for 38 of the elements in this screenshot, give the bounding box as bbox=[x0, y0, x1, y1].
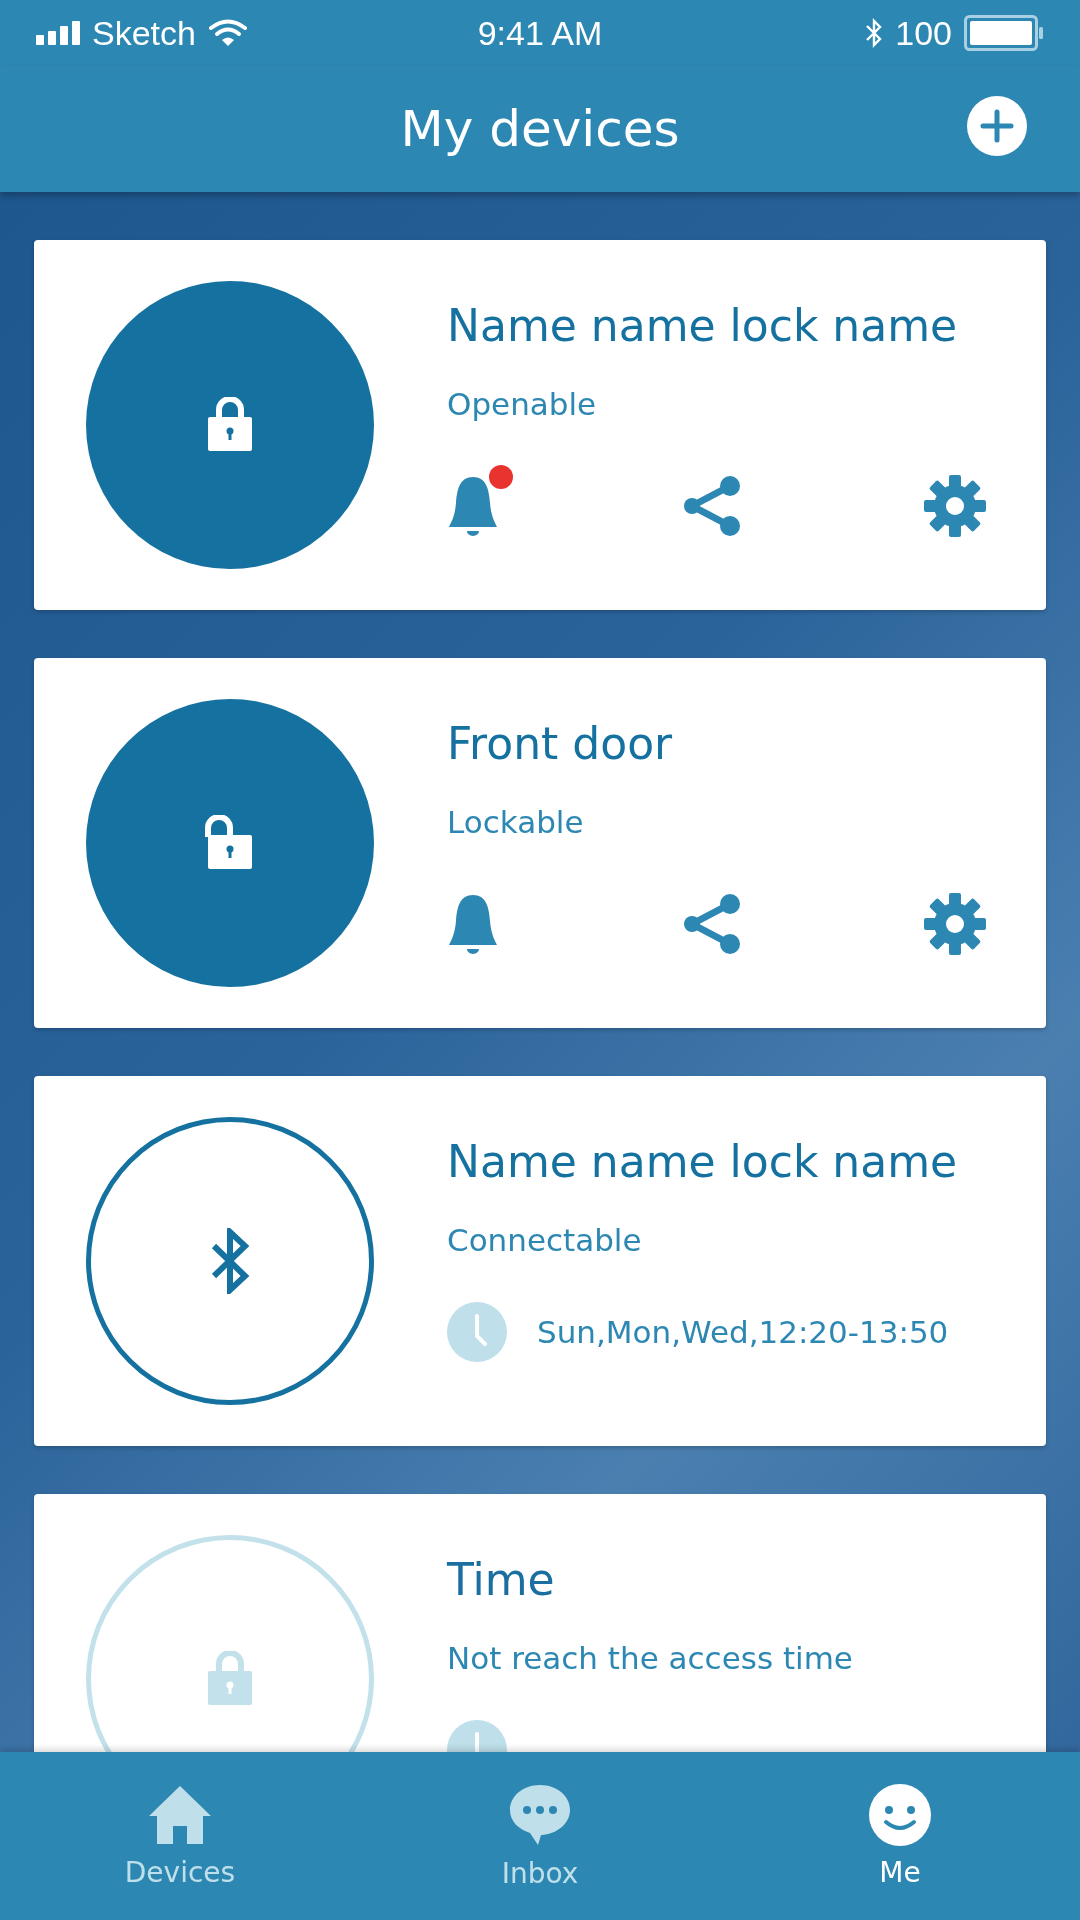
device-status: Openable bbox=[447, 385, 598, 424]
chat-bubble-icon bbox=[508, 1782, 572, 1847]
bell-icon[interactable] bbox=[447, 475, 499, 537]
schedule-text: Sun,Mon,Wed,12:20-13:50 bbox=[537, 1314, 949, 1350]
device-card[interactable]: Name name lock name Connectable Sun,Mon,Wed,12:20-13:50 bbox=[34, 1076, 1046, 1446]
bluetooth-icon bbox=[210, 1228, 250, 1294]
status-time: 9:41 AM bbox=[477, 13, 603, 53]
device-card[interactable]: Name name lock name Openable bbox=[34, 240, 1046, 610]
bell-icon[interactable] bbox=[447, 893, 499, 955]
settings-icon[interactable] bbox=[923, 474, 987, 538]
bluetooth-icon bbox=[865, 17, 884, 49]
add-icon[interactable] bbox=[967, 96, 1027, 156]
padlock-icon bbox=[205, 397, 255, 453]
battery-icon bbox=[964, 15, 1044, 51]
device-card[interactable]: Time Not reach the access time bbox=[34, 1494, 1046, 1752]
device-name: Front door bbox=[447, 717, 674, 771]
battery-percent: 100 bbox=[895, 13, 952, 53]
wifi-icon bbox=[207, 19, 248, 47]
tab[interactable]: Devices bbox=[30, 1783, 330, 1889]
padlock-icon bbox=[205, 1651, 255, 1707]
clock-icon bbox=[447, 1302, 507, 1362]
device-status: Not reach the access time bbox=[447, 1639, 854, 1678]
signal-icon bbox=[36, 21, 80, 45]
settings-icon[interactable] bbox=[923, 892, 987, 956]
device-name: Name name lock name bbox=[447, 299, 959, 353]
device-status: Lockable bbox=[447, 803, 585, 842]
tab[interactable]: Me bbox=[750, 1783, 1050, 1889]
device-name: Time bbox=[447, 1553, 556, 1607]
house-icon bbox=[147, 1783, 213, 1846]
carrier-name: Sketch bbox=[92, 13, 196, 53]
smiley-icon bbox=[869, 1783, 931, 1846]
device-card[interactable]: Front door Lockable bbox=[34, 658, 1046, 1028]
lock-button[interactable] bbox=[86, 1117, 374, 1405]
screen-title: My devices bbox=[400, 100, 680, 158]
device-status: Connectable bbox=[447, 1221, 643, 1260]
open-padlock-icon bbox=[205, 815, 255, 871]
tab[interactable]: Inbox bbox=[390, 1782, 690, 1890]
device-name: Name name lock name bbox=[447, 1135, 959, 1189]
